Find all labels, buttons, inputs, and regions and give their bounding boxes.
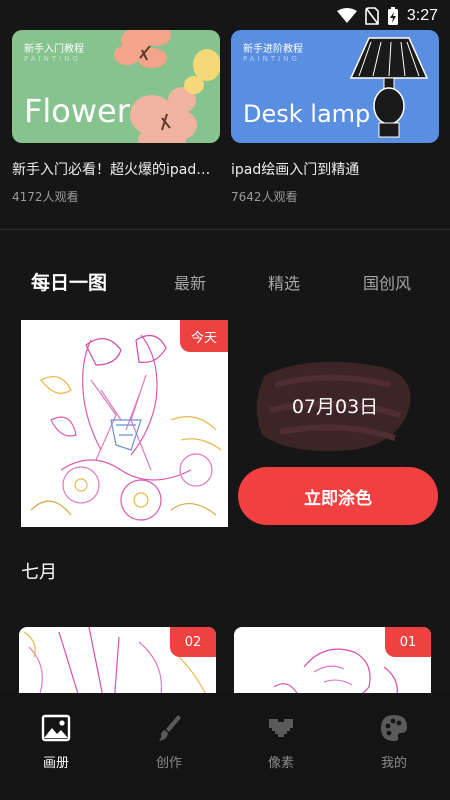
thumb-kicker: 新手入门教程 <box>24 44 84 55</box>
section-divider <box>0 229 450 230</box>
thumb-subtitle: PAINTING <box>24 55 81 63</box>
clock: 3:27 <box>406 7 438 24</box>
nav-item-profile[interactable]: 我的 <box>364 713 424 771</box>
palette-icon <box>381 715 407 741</box>
nav-label: 画册 <box>42 756 69 771</box>
tab-featured[interactable]: 精选 <box>268 270 300 294</box>
thumb-subtitle: PAINTING <box>243 55 300 63</box>
month-heading: 七月 <box>21 562 57 583</box>
date-brush-block: 07月03日 <box>250 350 420 460</box>
tab-daily[interactable]: 每日一图 <box>31 268 107 295</box>
battery-charging-icon <box>387 7 398 25</box>
brush-icon <box>159 715 181 741</box>
tab-latest[interactable]: 最新 <box>174 270 206 294</box>
pixel-heart-icon <box>269 719 293 737</box>
thumb-kicker: 新手进阶教程 <box>243 44 303 55</box>
today-badge: 今天 <box>180 320 228 352</box>
nav-label: 像素 <box>267 756 294 771</box>
course-viewers: 4172人观看 <box>12 190 79 204</box>
nav-item-album[interactable]: 画册 <box>26 713 86 771</box>
tab-guochao[interactable]: 国创风 <box>363 270 411 294</box>
nav-label: 创作 <box>155 756 182 771</box>
course-card-flower[interactable]: 新手入门教程 PAINTING Flower 新手入门必看！超火爆的ipad… … <box>12 30 220 204</box>
status-icons: 3:27 <box>336 6 438 26</box>
start-coloring-button[interactable]: 立即涂色 <box>238 467 438 525</box>
issue-badge: 01 <box>385 627 431 657</box>
course-title: ipad绘画入门到精通 <box>231 162 360 178</box>
course-title: 新手入门必看！超火爆的ipad… <box>12 162 211 178</box>
album-icon <box>41 714 71 742</box>
thumb-word: Desk lamp <box>243 100 371 128</box>
no-sim-icon <box>365 7 379 25</box>
daily-date: 07月03日 <box>291 395 379 418</box>
nav-item-pixel[interactable]: 像素 <box>251 713 311 771</box>
daily-artwork[interactable]: 今天 <box>21 320 228 527</box>
course-thumbnail: 新手入门教程 PAINTING Flower <box>12 30 220 143</box>
nav-label: 我的 <box>380 756 407 771</box>
wifi-icon <box>336 8 357 23</box>
issue-badge: 02 <box>170 627 216 657</box>
course-thumbnail: 新手进阶教程 PAINTING Desk lamp <box>231 30 439 143</box>
bottom-navigation: 画册 创作 像素 我的 <box>0 693 450 800</box>
course-viewers: 7642人观看 <box>231 190 298 204</box>
course-card-desk-lamp[interactable]: 新手进阶教程 PAINTING Desk lamp ipad绘画入门到精通 76… <box>231 30 439 204</box>
status-bar: 3:27 <box>0 0 450 30</box>
nav-item-create[interactable]: 创作 <box>139 713 199 771</box>
thumb-word: Flower <box>24 92 130 130</box>
